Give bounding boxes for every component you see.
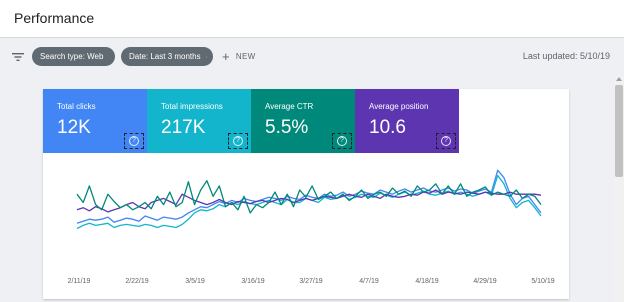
- x-tick-label: 5/10/19: [531, 278, 554, 285]
- series-line-impressions: [76, 174, 542, 230]
- metric-total-impressions[interactable]: Total impressions 217K ?: [147, 89, 251, 153]
- filter-list-icon[interactable]: [11, 50, 25, 64]
- x-tick-label: 3/5/19: [185, 278, 205, 285]
- metric-label: Total clicks: [57, 102, 96, 111]
- scroll-up-arrow-icon[interactable]: [616, 77, 622, 81]
- x-tick-label: 3/27/19: [299, 278, 322, 285]
- pencil-icon: [108, 56, 109, 57]
- page-scrollbar[interactable]: [614, 76, 624, 302]
- metric-value: 217K: [161, 117, 206, 138]
- new-filter-button[interactable]: + NEW: [222, 48, 255, 65]
- metric-average-ctr[interactable]: Average CTR 5.5% ?: [251, 89, 355, 153]
- metric-label: Total impressions: [161, 102, 223, 111]
- metric-value: 5.5%: [265, 117, 309, 138]
- metric-label: Average position: [369, 102, 429, 111]
- page-title: Performance: [14, 10, 95, 26]
- performance-card: Total clicks 12K ? Total impressions 217…: [43, 89, 569, 299]
- last-updated-text: Last updated: 5/10/19: [522, 51, 610, 61]
- help-icon[interactable]: ?: [228, 133, 248, 149]
- new-filter-label: NEW: [235, 52, 256, 61]
- x-tick-label: 3/16/19: [241, 278, 264, 285]
- help-icon[interactable]: ?: [124, 133, 144, 149]
- metric-value: 12K: [57, 117, 91, 138]
- scrollbar-thumb[interactable]: [615, 85, 623, 177]
- help-icon[interactable]: ?: [436, 133, 456, 149]
- date-range-chip[interactable]: Date: Last 3 months: [121, 47, 213, 66]
- x-tick-label: 2/22/19: [125, 278, 148, 285]
- performance-line-chart[interactable]: 2/11/19 2/22/19 3/5/19 3/16/19 3/27/19 4/7/19…: [43, 153, 569, 299]
- plus-icon: +: [222, 49, 230, 64]
- search-type-chip[interactable]: Search type: Web: [32, 47, 115, 66]
- pencil-icon: [205, 56, 207, 58]
- metric-total-clicks[interactable]: Total clicks 12K ?: [43, 89, 147, 153]
- metric-average-position[interactable]: Average position 10.6 ?: [355, 89, 459, 153]
- series-line-clicks: [76, 169, 542, 224]
- metric-label: Average CTR: [265, 102, 314, 111]
- search-type-chip-label: Search type: Web: [40, 52, 104, 61]
- x-tick-label: 4/18/19: [415, 278, 438, 285]
- metric-value: 10.6: [369, 117, 406, 138]
- page-header: Performance: [0, 0, 624, 38]
- help-icon[interactable]: ?: [332, 133, 352, 149]
- date-range-chip-label: Date: Last 3 months: [129, 52, 201, 61]
- filter-toolbar: Search type: Web Date: Last 3 months + N…: [0, 38, 614, 76]
- x-tick-label: 4/29/19: [473, 278, 496, 285]
- x-tick-label: 2/11/19: [68, 278, 91, 285]
- x-tick-label: 4/7/19: [359, 278, 379, 285]
